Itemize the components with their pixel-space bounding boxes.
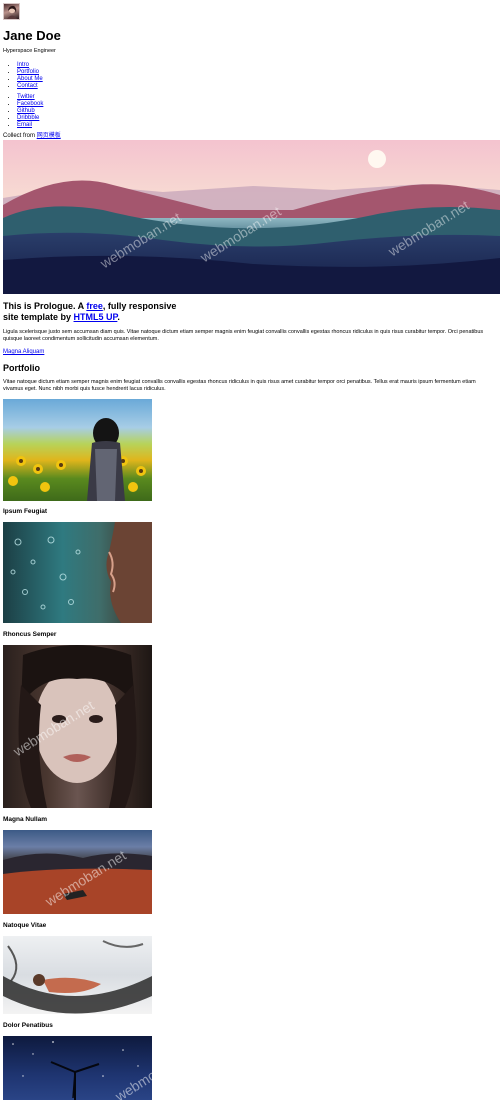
avatar-portrait-icon	[7, 5, 17, 19]
intro-title: This is Prologue. A free, fully responsi…	[3, 301, 203, 323]
bubbles-profile-image	[10, 522, 152, 623]
intro-title-part1: This is Prologue. A	[3, 301, 87, 311]
page: { "header": { "name": "Jane Doe", "tagli…	[0, 0, 500, 1104]
portfolio-title-1[interactable]: Ipsum Feugiat	[3, 508, 47, 516]
portfolio-image-bubbles[interactable]	[3, 522, 152, 623]
nav-link-intro[interactable]: Intro	[17, 62, 29, 68]
intro-title-end: .	[117, 312, 120, 322]
portfolio-heading: Portfolio	[3, 363, 40, 373]
social-item-github: Github	[17, 108, 43, 115]
portfolio-image-sunflowers[interactable]	[3, 399, 152, 501]
portfolio-title-5[interactable]: Dolor Penatibus	[3, 1022, 53, 1030]
collect-link[interactable]: 网页模板	[37, 133, 61, 139]
social-item-twitter: Twitter	[17, 94, 43, 101]
portfolio-image-portrait[interactable]	[3, 645, 152, 808]
social-item-facebook: Facebook	[17, 101, 43, 108]
sunflower-girl-image	[8, 418, 146, 501]
intro-cta-link[interactable]: Magna Aliquam	[3, 349, 44, 357]
portfolio-image-hammock[interactable]	[3, 936, 152, 1014]
portfolio-title-3[interactable]: Magna Nullam	[3, 816, 47, 824]
tagline: Hyperspace Engineer	[3, 48, 56, 54]
intro-free-link[interactable]: free	[86, 301, 103, 311]
portfolio-title-2[interactable]: Rhoncus Semper	[3, 631, 56, 639]
site-name: Jane Doe	[3, 28, 61, 43]
intro-title-line2: site template by	[3, 312, 74, 322]
collect-prefix: Collect from	[3, 133, 37, 139]
intro-html5up-link[interactable]: HTML5 UP	[74, 312, 118, 322]
intro-title-part2: , fully responsive	[102, 301, 177, 311]
portfolio-title-4[interactable]: Natoque Vitae	[3, 922, 46, 930]
nav-item-intro: Intro	[17, 62, 43, 69]
social-item-dribbble: Dribbble	[17, 115, 43, 122]
hammock-woman-image	[3, 940, 152, 1014]
social-link-dribbble[interactable]: Dribbble	[17, 115, 39, 121]
portfolio-image-desert[interactable]	[3, 830, 152, 914]
social-link-email[interactable]: Email	[17, 122, 32, 128]
primary-nav: Intro Portfolio About Me Contact	[3, 62, 43, 90]
social-link-twitter[interactable]: Twitter	[17, 94, 35, 100]
intro-body: Ligula scelerisque justo sem accumsan di…	[3, 329, 484, 342]
social-link-facebook[interactable]: Facebook	[17, 101, 43, 107]
social-item-email: Email	[17, 122, 43, 129]
nav-link-portfolio[interactable]: Portfolio	[17, 69, 39, 75]
nav-item-portfolio: Portfolio	[17, 69, 43, 76]
nav-item-contact: Contact	[17, 83, 43, 90]
nav-link-about[interactable]: About Me	[17, 76, 43, 82]
nav-item-about: About Me	[17, 76, 43, 83]
avatar	[3, 3, 20, 20]
social-nav: Twitter Facebook Github Dribbble Email	[3, 94, 43, 129]
woman-portrait-image	[18, 645, 137, 808]
nav-link-contact[interactable]: Contact	[17, 83, 38, 89]
hero-banner: webmoban.net webmoban.net webmoban.net	[3, 140, 500, 294]
portfolio-body: Vitae natoque dictum etiam semper magnis…	[3, 379, 476, 392]
red-valley-image	[3, 853, 152, 914]
social-link-github[interactable]: Github	[17, 108, 35, 114]
